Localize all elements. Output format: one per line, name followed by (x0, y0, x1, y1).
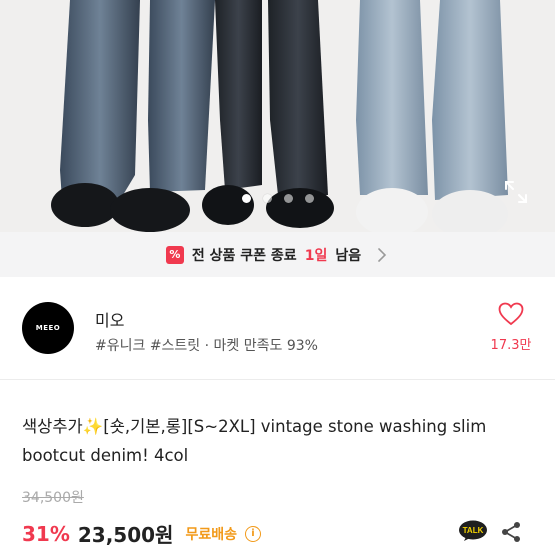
chevron-right-icon (378, 247, 387, 262)
kakaotalk-icon[interactable]: TALK (458, 520, 488, 542)
original-price: 34,500원 (22, 490, 84, 506)
sale-price: 23,500원 (77, 523, 174, 547)
info-icon[interactable]: i (244, 525, 261, 542)
carousel-indicator (0, 194, 555, 203)
coupon-days-left: 1일 (304, 247, 328, 264)
like-button[interactable]: 17.3만 (484, 302, 538, 353)
heart-icon (498, 302, 524, 326)
discount-rate: 31% (22, 521, 70, 546)
product-detail-page: % 전 상품 쿠폰 종료 1일 남음 MEEO 미오 #유니크 #스트릿 · 마… (0, 0, 555, 555)
free-shipping-label: 무료배송 (185, 526, 237, 543)
carousel-dot[interactable] (241, 194, 251, 203)
coupon-banner[interactable]: % 전 상품 쿠폰 종료 1일 남음 (0, 232, 555, 277)
svg-text:TALK: TALK (463, 526, 484, 535)
seller-tags: #유니크 #스트릿 · 마켓 만족도 93% (95, 338, 318, 354)
seller-name[interactable]: 미오 (95, 307, 124, 331)
expand-icon[interactable] (502, 178, 530, 206)
carousel-dot[interactable] (283, 194, 293, 203)
product-image-carousel[interactable] (0, 0, 555, 232)
carousel-dot[interactable] (262, 194, 272, 203)
coupon-icon: % (165, 245, 184, 264)
share-icon[interactable] (499, 520, 523, 544)
carousel-dot[interactable] (304, 194, 314, 203)
like-count: 17.3만 (490, 338, 532, 353)
price-row: 31% 23,500원 무료배송 i (22, 519, 261, 548)
coupon-remaining-label: 남음 (335, 247, 362, 264)
seller-avatar[interactable]: MEEO (22, 302, 74, 354)
coupon-text: 전 상품 쿠폰 종료 (191, 247, 297, 264)
product-title: 색상추가✨[숏,기본,롱][S~2XL] vintage stone washi… (22, 417, 487, 465)
seller-section[interactable]: MEEO 미오 #유니크 #스트릿 · 마켓 만족도 93% 17.3만 (0, 277, 555, 380)
